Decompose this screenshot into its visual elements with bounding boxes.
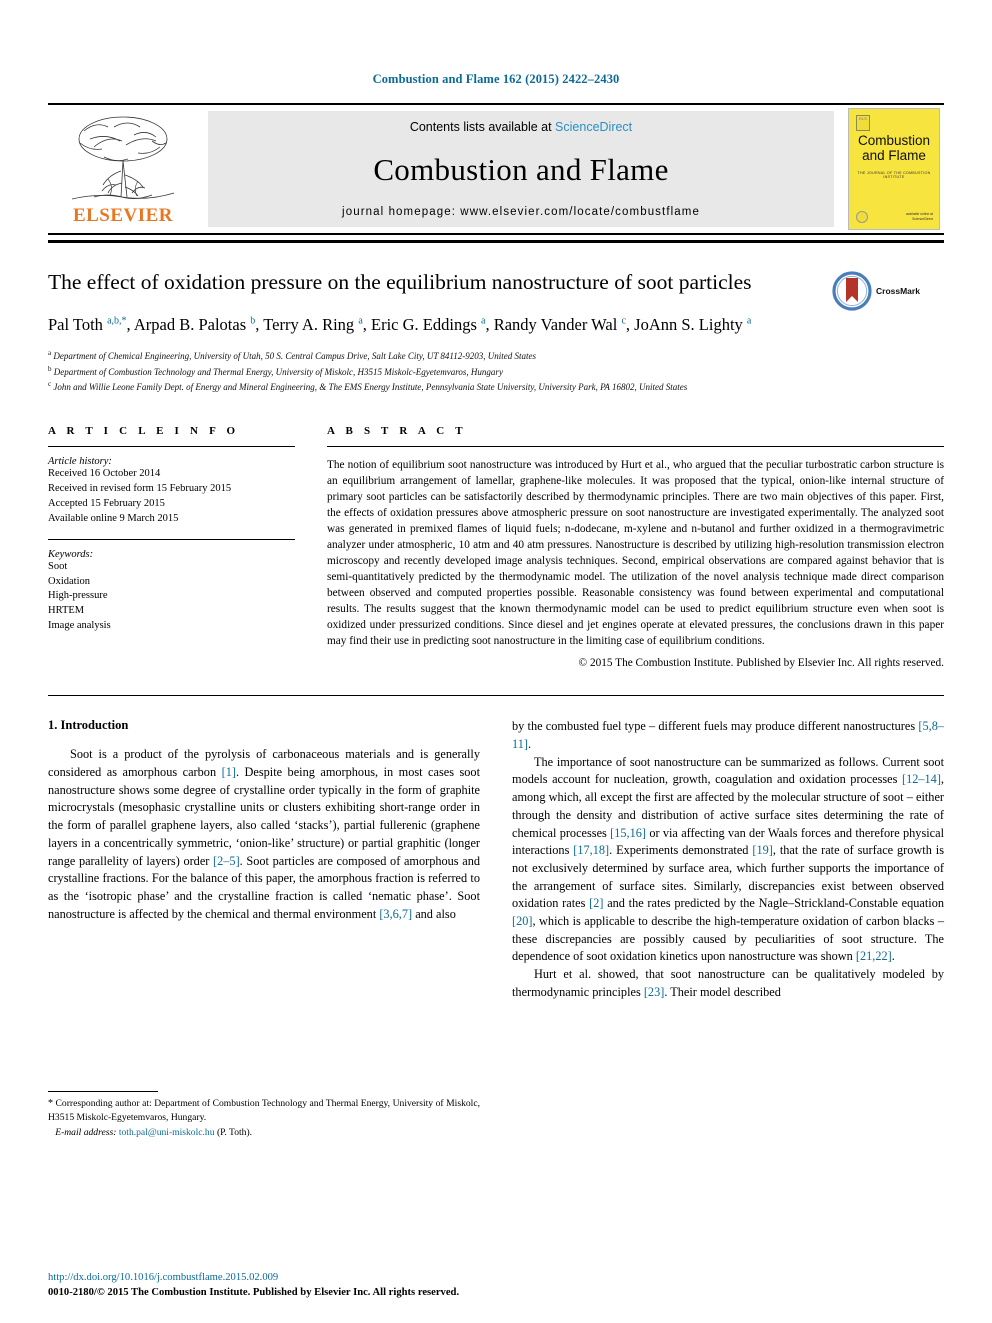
keywords-title: Keywords: — [48, 548, 94, 560]
journal-masthead: ELSEVIER Contents lists available at Sci… — [48, 103, 944, 235]
info-abstract-row: A R T I C L E I N F O Article history: R… — [48, 425, 944, 669]
affiliation-mark: a — [48, 348, 52, 357]
elsevier-tree-icon — [71, 116, 175, 200]
keyword-item: Image analysis — [48, 620, 111, 632]
cover-title-line2: and Flame — [862, 148, 926, 164]
email-label: E-mail address: — [55, 1127, 117, 1139]
abstract-rule — [327, 445, 944, 447]
article-info-column: A R T I C L E I N F O Article history: R… — [48, 425, 295, 669]
cover-title: Combustion and Flame — [849, 133, 939, 163]
elsevier-logo: ELSEVIER — [48, 111, 198, 227]
affiliation-item: a Department of Chemical Engineering, Un… — [48, 348, 944, 364]
body-right-column: by the combusted fuel type – different f… — [512, 718, 944, 1138]
corresponding-author-note: * Corresponding author at: Department of… — [48, 1097, 480, 1125]
cover-elsevier-mark-icon: ELS — [856, 115, 870, 131]
masthead-bottom-rule — [48, 240, 944, 243]
running-head: Combustion and Flame 162 (2015) 2422–243… — [372, 72, 620, 86]
title-block: The effect of oxidation pressure on the … — [48, 269, 944, 395]
cover-image: ELS Combustion and Flame THE JOURNAL OF … — [848, 108, 940, 230]
affiliation-text: Department of Combustion Technology and … — [53, 366, 503, 377]
crossmark-badge[interactable]: CrossMark — [832, 271, 944, 311]
article-history-item: Received in revised form 15 February 201… — [48, 482, 232, 494]
affiliation-item: c John and Willie Leone Family Dept. of … — [48, 379, 944, 395]
paragraph: Hurt et al. showed, that soot nanostruct… — [512, 967, 944, 999]
author-list: Pal Toth a,b,*, Arpad B. Palotas b, Terr… — [48, 314, 752, 334]
affiliation-text: Department of Chemical Engineering, Univ… — [53, 350, 536, 361]
cover-subtitle: THE JOURNAL OF THE COMBUSTION INSTITUTE — [857, 171, 931, 179]
email-link[interactable]: toth.pal@uni-miskolc.hu — [119, 1127, 215, 1138]
paragraph: by the combusted fuel type – different f… — [512, 719, 944, 752]
paragraph: The importance of soot nanostructure can… — [512, 754, 945, 964]
keyword-item: HRTEM — [48, 605, 85, 617]
doi-link[interactable]: http://dx.doi.org/10.1016/j.combustflame… — [48, 1271, 688, 1285]
contents-prefix: Contents lists available at — [409, 120, 556, 134]
sciencedirect-link[interactable]: ScienceDirect — [555, 120, 632, 134]
article-info-heading: A R T I C L E I N F O — [48, 424, 240, 437]
elsevier-wordmark: ELSEVIER — [72, 205, 174, 226]
email-line: E-mail address: toth.pal@uni-miskolc.hu … — [48, 1127, 480, 1138]
keyword-item: Soot — [48, 560, 68, 572]
cover-seal-icon — [856, 211, 868, 223]
keyword-item: High-pressure — [48, 590, 108, 602]
crossmark-icon — [832, 271, 872, 311]
corresponding-author-text: Corresponding author at: Department of C… — [48, 1097, 480, 1124]
affiliation-mark: c — [48, 380, 52, 389]
affiliation-text: John and Willie Leone Family Dept. of En… — [53, 382, 688, 393]
affiliation-list: a Department of Chemical Engineering, Un… — [48, 348, 944, 395]
cover-footer-text: available online at ScienceDirect — [905, 212, 933, 222]
body-left-column: 1. Introduction Soot is a product of the… — [48, 718, 480, 1138]
contents-available-line: Contents lists available at ScienceDirec… — [410, 120, 632, 134]
keyword-item: Oxidation — [48, 575, 90, 587]
paragraph: Soot is a product of the pyrolysis of ca… — [48, 747, 480, 921]
keywords-block: Keywords: Soot Oxidation High-pressure H… — [48, 538, 295, 635]
article-history-item: Accepted 15 February 2015 — [48, 497, 165, 509]
journal-title: Combustion and Flame — [373, 152, 669, 187]
body-divider-rule — [48, 695, 944, 697]
abstract-text: The notion of equilibrium soot nanostruc… — [327, 458, 944, 648]
crossmark-label: CrossMark — [876, 286, 920, 296]
doi-block: http://dx.doi.org/10.1016/j.combustflame… — [48, 1271, 688, 1300]
article-history-title: Article history: — [48, 455, 112, 467]
journal-cover-thumbnail: ELS Combustion and Flame THE JOURNAL OF … — [844, 108, 944, 230]
affiliation-mark: b — [48, 364, 52, 373]
abstract-copyright: © 2015 The Combustion Institute. Publish… — [578, 657, 944, 670]
article-info-rule — [48, 445, 295, 447]
affiliation-item: b Department of Combustion Technology an… — [48, 364, 944, 380]
journal-homepage-line[interactable]: journal homepage: www.elsevier.com/locat… — [342, 206, 700, 218]
footnote-block: * Corresponding author at: Department of… — [48, 1090, 480, 1138]
cover-title-line1: Combustion — [857, 133, 931, 148]
abstract-heading: A B S T R A C T — [327, 424, 467, 437]
paper-page: Combustion and Flame 162 (2015) 2422–243… — [0, 0, 992, 1323]
journal-band: Contents lists available at ScienceDirec… — [208, 111, 834, 227]
issn-copyright-line: 0010-2180/© 2015 The Combustion Institut… — [48, 1286, 460, 1298]
abstract-column: A B S T R A C T The notion of equilibriu… — [327, 425, 944, 669]
footnote-rule — [48, 1090, 158, 1092]
section-heading-introduction: 1. Introduction — [48, 718, 129, 733]
body-columns: 1. Introduction Soot is a product of the… — [48, 718, 944, 1138]
footnote-star: * — [48, 1097, 53, 1109]
article-history-item: Received 16 October 2014 — [48, 467, 161, 479]
page-title: The effect of oxidation pressure on the … — [48, 270, 752, 294]
article-history-item: Available online 9 March 2015 — [48, 512, 179, 524]
email-suffix: (P. Toth). — [216, 1127, 253, 1139]
